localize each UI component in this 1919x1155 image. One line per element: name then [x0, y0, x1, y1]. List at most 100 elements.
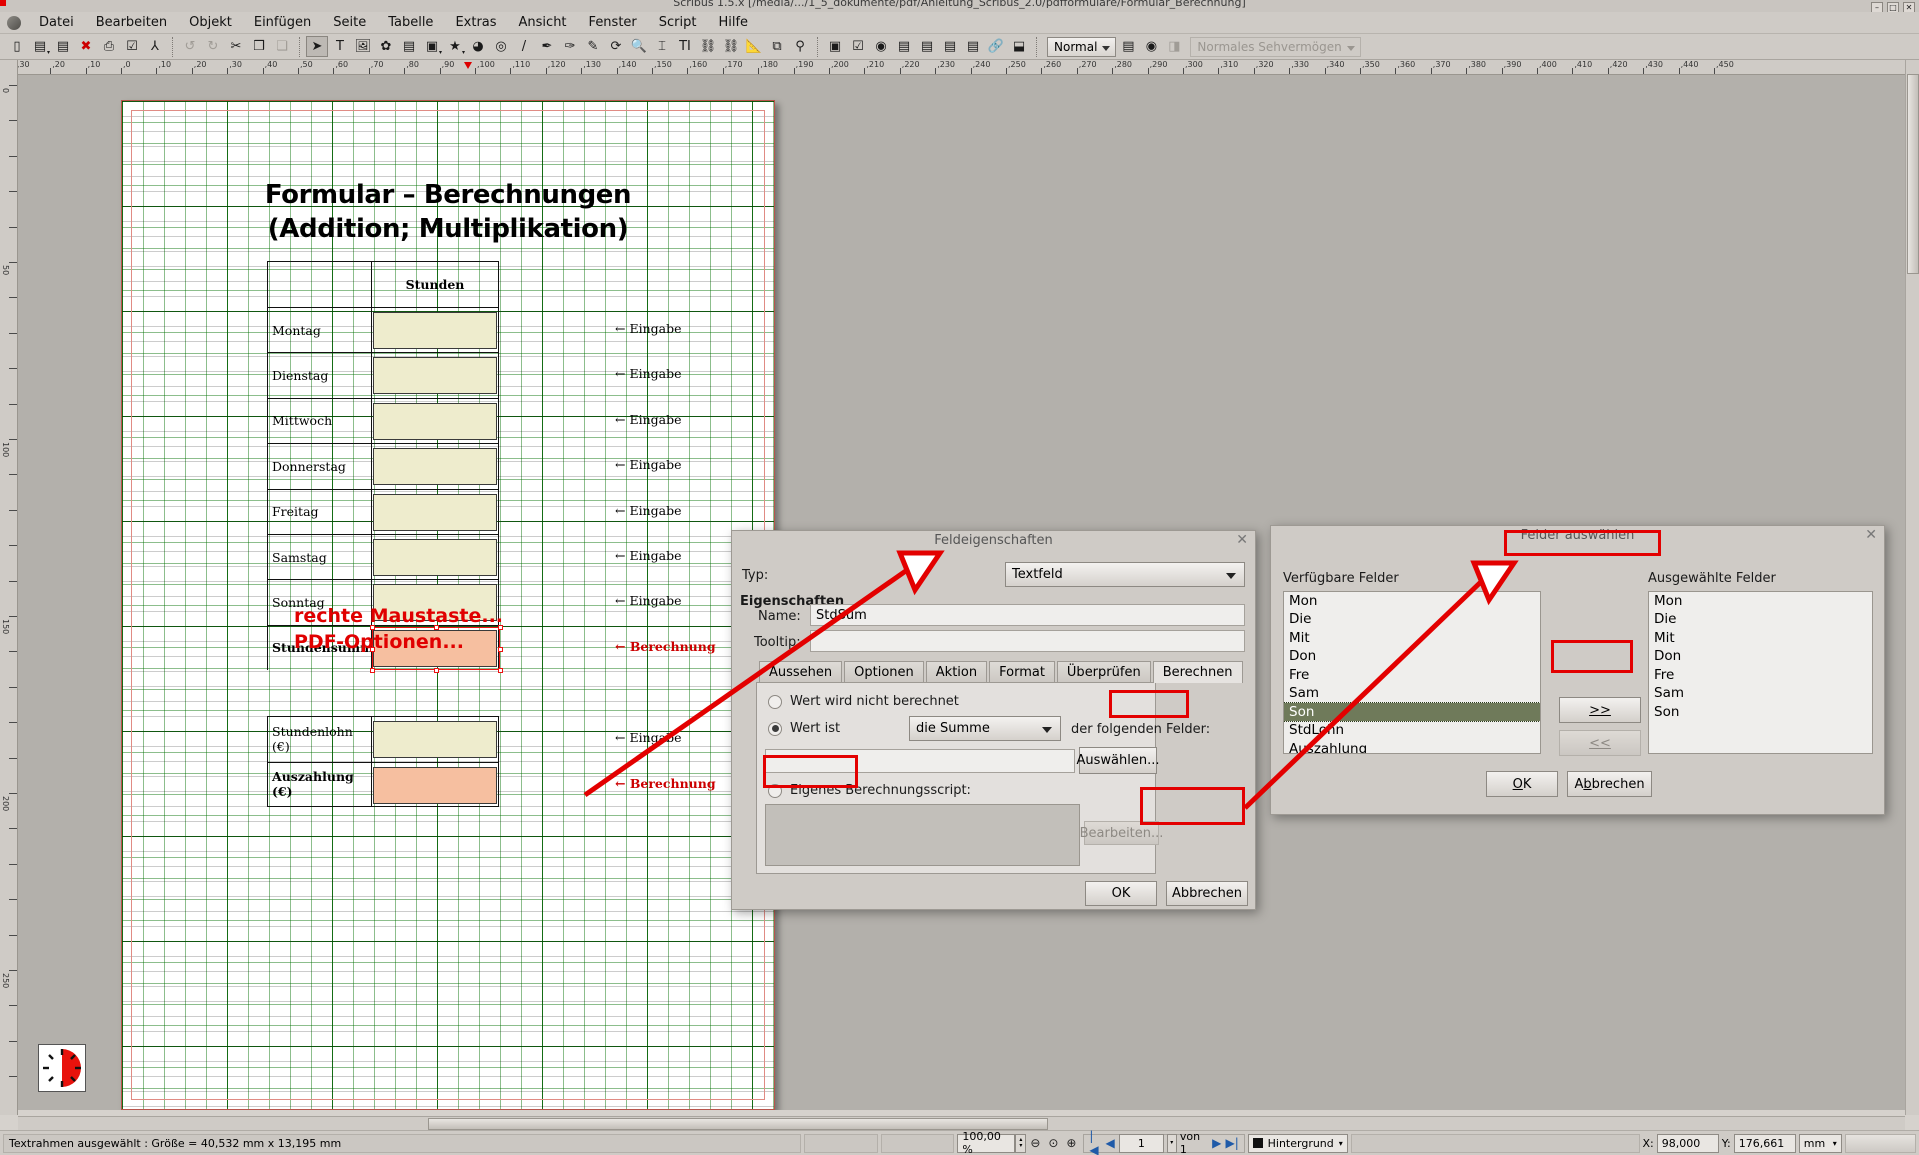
select-fields-dialog[interactable]: Felder auswählen ✕ Verfügbare Felder Mon… [1270, 525, 1885, 815]
close-document-icon[interactable]: ✖ [75, 36, 97, 57]
selection-handle[interactable] [498, 646, 503, 652]
edit-text-with-story-editor-icon[interactable]: TI [674, 36, 696, 57]
menu-seite[interactable]: Seite [322, 13, 377, 32]
insert-arc-icon[interactable]: ◕ [467, 36, 489, 57]
visual-appearance-eye-icon[interactable]: ◉ [1140, 36, 1162, 57]
list-item[interactable]: Sam [1649, 684, 1872, 702]
menu-datei[interactable]: Datei [28, 13, 85, 32]
chevron-down-icon[interactable]: ▾ [1833, 1139, 1837, 1148]
list-item[interactable]: Sam [1284, 684, 1540, 702]
vertical-scrollbar-thumb[interactable] [1907, 74, 1919, 274]
table-row[interactable]: Donnerstag ← Eingabe [267, 443, 681, 489]
list-item[interactable]: StdLohn [1284, 721, 1540, 739]
pdf-input-field[interactable] [373, 538, 497, 576]
choose-fields-button[interactable]: Auswählen... [1077, 747, 1160, 774]
row-field-cell[interactable]: ← Berechnung [372, 763, 716, 806]
tab-format[interactable]: Format [989, 661, 1055, 683]
select-item-icon[interactable]: ➤ [306, 36, 328, 57]
insert-text-frame-icon[interactable]: T [329, 36, 351, 57]
menu-bearbeiten[interactable]: Bearbeiten [85, 13, 178, 32]
field-properties-dialog[interactable]: Feldeigenschaften ✕ Typ: Textfeld Eigens… [731, 530, 1256, 910]
first-page-icon[interactable]: |◀ [1089, 1129, 1101, 1155]
selected-fields-input[interactable] [765, 749, 1075, 773]
insert-calligraphic-line-icon[interactable]: ✎ [582, 36, 604, 57]
insert-bezier-curve-icon[interactable]: ✒ [536, 36, 558, 57]
list-item[interactable]: Son [1284, 701, 1540, 723]
menu-script[interactable]: Script [648, 13, 708, 32]
list-item[interactable]: Die [1649, 610, 1872, 628]
list-item[interactable]: Fre [1649, 666, 1872, 684]
horizontal-scrollbar-thumb[interactable] [428, 1118, 1048, 1130]
selection-handle[interactable] [370, 667, 375, 673]
list-item[interactable]: Mit [1649, 629, 1872, 647]
pdf-3d-annotation-icon[interactable]: ⬓ [1008, 36, 1030, 57]
row-field-cell[interactable]: ← Eingabe [372, 444, 681, 488]
selection-handle[interactable] [498, 667, 503, 673]
rotate-item-icon[interactable]: ⟳ [605, 36, 627, 57]
insert-render-frame-icon[interactable]: ✿ [375, 36, 397, 57]
menu-extras[interactable]: Extras [444, 13, 507, 32]
horizontal-scrollbar[interactable] [18, 1116, 1905, 1130]
zoom-level-input[interactable]: 100,00 % [957, 1130, 1016, 1155]
menu-hilfe[interactable]: Hilfe [707, 13, 759, 32]
close-icon[interactable]: ✕ [1236, 532, 1248, 548]
save-document-icon[interactable]: ▤ [52, 36, 74, 57]
row-field-cell[interactable]: ← Eingabe [372, 308, 681, 352]
radio-custom-script[interactable] [768, 783, 782, 798]
menu-einfuegen[interactable]: Einfügen [243, 13, 322, 32]
unit-select[interactable]: mm ▾ [1798, 1133, 1842, 1153]
radio-custom-script-row[interactable]: Eigenes Berechnungsscript: [768, 783, 971, 798]
table-row[interactable]: Mittwoch ← Eingabe [267, 397, 681, 444]
tab-aussehen[interactable]: Aussehen [759, 661, 843, 683]
row-field-cell[interactable]: ← Eingabe [372, 399, 681, 443]
list-item[interactable]: Fre [1284, 666, 1540, 684]
insert-polygon-icon[interactable]: ★ ▾ [444, 36, 466, 57]
zoom-100-icon[interactable]: ⊙ [1044, 1134, 1062, 1153]
add-field-button[interactable]: >> [1559, 697, 1641, 723]
selection-handle[interactable] [434, 667, 439, 673]
document-page[interactable]: Formular – Berechnungen (Addition; Multi… [121, 100, 775, 1110]
pdf-push-button-icon[interactable]: ▤ [962, 36, 984, 57]
preview-mode-select[interactable]: Normal [1047, 36, 1117, 57]
new-document-icon[interactable]: ▯ [6, 36, 28, 57]
tab-aktion[interactable]: Aktion [925, 661, 988, 683]
list-item[interactable]: Don [1284, 647, 1540, 665]
pdf-input-field[interactable] [373, 448, 497, 486]
insert-table-icon[interactable]: ▤ [398, 36, 420, 57]
table-row[interactable]: Freitag ← Eingabe [267, 488, 681, 534]
pdf-text-field-icon[interactable]: ▣ [824, 36, 846, 57]
row-field-cell[interactable]: ← Eingabe [372, 490, 681, 534]
pdf-list-box-icon[interactable]: ▤ [916, 36, 938, 57]
insert-freehand-line-icon[interactable]: ✑ [559, 36, 581, 57]
pdf-check-box-icon[interactable]: ☑ [847, 36, 869, 57]
link-text-frames-icon[interactable]: ⛓ [697, 36, 719, 57]
pdf-radio-button-icon[interactable]: ◉ [870, 36, 892, 57]
pdf-input-field[interactable] [373, 402, 497, 440]
radio-not-calculated[interactable] [768, 694, 782, 709]
vertical-scrollbar[interactable] [1905, 60, 1919, 1115]
edit-script-button[interactable]: Bearbeiten... [1080, 821, 1163, 845]
select-fields-ok-button[interactable]: OK [1486, 771, 1558, 797]
current-page-input[interactable]: 1 [1119, 1133, 1164, 1153]
field-properties-ok-button[interactable]: OK [1085, 881, 1157, 906]
minimize-button[interactable]: – [1871, 2, 1883, 12]
cut-icon[interactable]: ✂ [225, 36, 247, 57]
radio-not-calculated-row[interactable]: Wert wird nicht berechnet [768, 694, 959, 709]
list-item[interactable]: Auszahlung [1284, 740, 1540, 753]
available-fields-list[interactable]: Mon Die Mit Don Fre Sam Son StdLohn Auszahlung [1283, 591, 1541, 754]
layer-select[interactable]: Hintergrund ▾ [1247, 1133, 1348, 1153]
field-properties-cancel-button[interactable]: Abbrechen [1166, 881, 1248, 906]
radio-value-is-row[interactable]: Wert ist [768, 721, 840, 736]
open-document-icon[interactable]: ▤ ▾ [29, 36, 51, 57]
zoom-icon[interactable]: 🔍 [628, 36, 650, 57]
zoom-out-icon[interactable]: ⊖ [1026, 1134, 1044, 1153]
previous-page-icon[interactable]: ◀ [1104, 1134, 1116, 1153]
measurements-icon[interactable]: 📐 [743, 36, 765, 57]
row-field-cell[interactable]: ← Eingabe [372, 535, 681, 579]
zoom-spinner[interactable]: ▴ ▾ [1015, 1133, 1027, 1153]
insert-spiral-icon[interactable]: ◎ [490, 36, 512, 57]
eye-dropper-icon[interactable]: ⚲ [789, 36, 811, 57]
tab-uberprufen[interactable]: Überprüfen [1056, 661, 1151, 683]
zoom-in-icon[interactable]: ⊕ [1062, 1134, 1080, 1153]
last-page-icon[interactable]: ▶| [1225, 1134, 1238, 1153]
